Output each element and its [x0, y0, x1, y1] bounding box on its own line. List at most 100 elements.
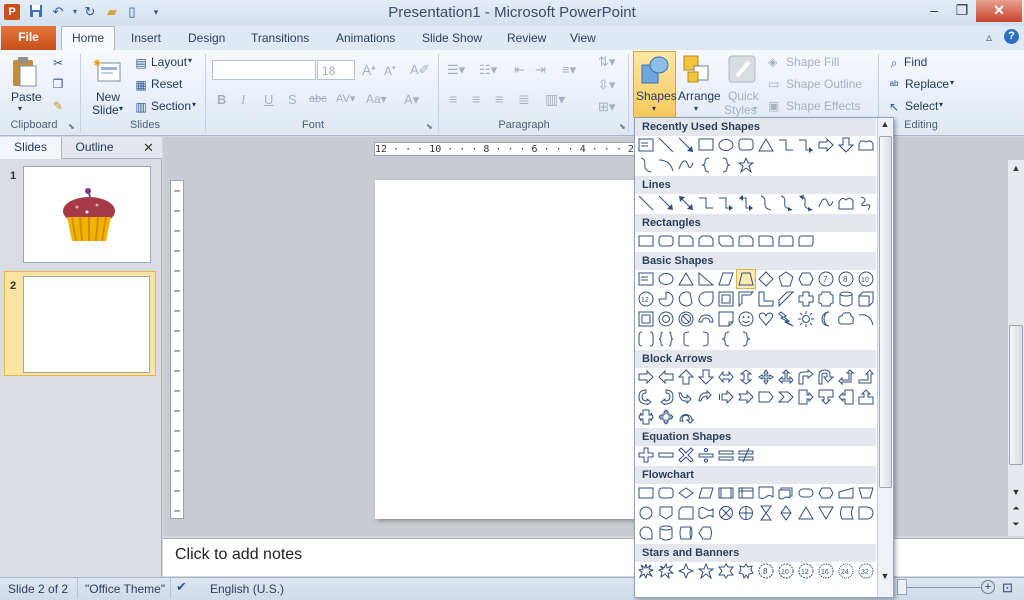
justify-icon[interactable]: ≣	[518, 91, 530, 108]
arrange-icon[interactable]	[682, 54, 714, 86]
down-arrow-shape[interactable]	[697, 368, 715, 386]
shape-fill-icon[interactable]: ◈	[768, 55, 777, 69]
right-brace-shape[interactable]	[737, 330, 755, 348]
close-icon[interactable]: ✕	[976, 0, 1022, 22]
arrange-label[interactable]: Arrange	[678, 89, 721, 103]
shape-outline-button[interactable]: Shape Outline	[786, 77, 862, 91]
left-up-arrow-shape[interactable]	[837, 368, 855, 386]
24-point-star-shape[interactable]: 24	[837, 562, 855, 580]
change-case-icon[interactable]: Aa▾	[366, 92, 387, 106]
shape-fill-button[interactable]: Shape Fill	[786, 55, 839, 69]
quad-arrow-callout-shape[interactable]	[657, 408, 675, 426]
12-point-star-shape[interactable]: 12	[797, 562, 815, 580]
teardrop-shape[interactable]	[697, 290, 715, 308]
tab-outline[interactable]: Outline	[62, 137, 127, 159]
tab-transitions[interactable]: Transitions	[251, 29, 309, 50]
flowchart-sort-shape[interactable]	[777, 504, 795, 522]
flowchart-direct-access-storage-shape[interactable]	[677, 524, 695, 542]
curved-double-arrow-connector-shape[interactable]	[797, 194, 815, 212]
zoom-slider[interactable]	[907, 587, 981, 588]
next-slide-icon[interactable]: ⏷	[1008, 519, 1024, 533]
center-icon[interactable]: ≡	[472, 91, 480, 107]
chord-shape[interactable]	[677, 290, 695, 308]
paste-icon[interactable]	[10, 56, 38, 88]
rectangle-shape[interactable]	[637, 232, 655, 250]
lightning-bolt-shape[interactable]	[777, 310, 795, 328]
right-arrow-shape[interactable]	[637, 368, 655, 386]
star-shape[interactable]	[737, 156, 755, 174]
new-slide-dropdown-icon[interactable]: ▾	[119, 104, 123, 113]
striped-right-arrow-shape[interactable]	[717, 388, 735, 406]
tab-design[interactable]: Design	[188, 29, 225, 50]
elbow-connector-shape[interactable]	[777, 136, 795, 154]
l-shape[interactable]	[757, 290, 775, 308]
folded-corner-shape[interactable]	[717, 310, 735, 328]
reset-button[interactable]: Reset	[151, 77, 182, 91]
flowchart-delay-shape[interactable]	[857, 504, 875, 522]
line-spacing-icon[interactable]: ≡▾	[562, 62, 576, 78]
pie-shape[interactable]	[657, 290, 675, 308]
arrow-line-shape[interactable]	[657, 194, 675, 212]
flowchart-multidocument-shape[interactable]	[777, 484, 795, 502]
shapes-dropdown-icon[interactable]: ▾	[652, 104, 656, 113]
not-equal-shape[interactable]	[737, 446, 755, 464]
isosceles-triangle-shape[interactable]	[677, 270, 695, 288]
right-brace-shape[interactable]	[717, 156, 735, 174]
elbow-double-arrow-connector-shape[interactable]	[737, 194, 755, 212]
trapezoid-shape[interactable]	[736, 269, 756, 289]
flowchart-data-shape[interactable]	[697, 484, 715, 502]
arc-shape[interactable]	[657, 156, 675, 174]
diagonal-stripe-shape[interactable]	[777, 290, 795, 308]
round-diagonal-corner-rectangle-shape[interactable]	[797, 232, 815, 250]
32-point-star-shape[interactable]: 32	[857, 562, 875, 580]
section-button[interactable]: Section	[151, 99, 191, 113]
cube-shape[interactable]	[857, 290, 875, 308]
flowchart-connector-shape[interactable]	[637, 504, 655, 522]
cut-icon[interactable]: ✂	[50, 55, 66, 71]
text-shadow-icon[interactable]: S	[288, 92, 297, 107]
minimize-icon[interactable]: –	[920, 0, 948, 22]
down-arrow-callout-shape[interactable]	[817, 388, 835, 406]
left-brace-shape[interactable]	[697, 156, 715, 174]
double-bracket-shape[interactable]	[637, 330, 655, 348]
quad-arrow-shape[interactable]	[757, 368, 775, 386]
up-down-arrow-shape[interactable]	[737, 368, 755, 386]
flowchart-collate-shape[interactable]	[757, 504, 775, 522]
moon-shape[interactable]	[817, 310, 835, 328]
tab-home[interactable]: Home	[61, 26, 115, 51]
line-shape[interactable]	[657, 136, 675, 154]
bent-up-arrow-shape[interactable]	[857, 368, 875, 386]
font-size-combo[interactable]: 18	[317, 60, 355, 80]
new-slide-label-line1[interactable]: New	[96, 90, 120, 104]
zoom-slider-thumb[interactable]	[897, 579, 907, 595]
tab-slide-show[interactable]: Slide Show	[422, 29, 482, 50]
spelling-check-icon[interactable]: ✔	[176, 579, 187, 595]
reset-icon[interactable]: ▦	[133, 77, 149, 93]
scribble-shape[interactable]	[857, 194, 875, 212]
text-direction-icon[interactable]: ⇅▾	[598, 54, 615, 70]
font-color-icon[interactable]: A▾	[404, 92, 419, 108]
curved-down-arrow-shape[interactable]	[697, 388, 715, 406]
tab-file[interactable]: File	[1, 26, 56, 50]
tab-slides[interactable]: Slides	[0, 137, 62, 159]
italic-icon[interactable]: I	[241, 92, 245, 108]
flowchart-sequential-access-storage-shape[interactable]	[637, 524, 655, 542]
previous-slide-icon[interactable]: ⏶	[1008, 503, 1024, 517]
layout-icon[interactable]: ▤	[133, 55, 149, 71]
snip-single-corner-rectangle-shape[interactable]	[677, 232, 695, 250]
flowchart-decision-shape[interactable]	[677, 484, 695, 502]
flowchart-or-shape[interactable]	[737, 504, 755, 522]
sun-shape[interactable]	[797, 310, 815, 328]
diamond-shape[interactable]	[757, 270, 775, 288]
flowchart-process-shape[interactable]	[857, 136, 875, 154]
help-icon[interactable]: ?	[1004, 29, 1019, 44]
snip-same-side-corner-rectangle-shape[interactable]	[697, 232, 715, 250]
triangle-shape[interactable]	[757, 136, 775, 154]
text-box-shape[interactable]	[637, 270, 655, 288]
shape-outline-icon[interactable]: ▭	[768, 77, 779, 91]
section-dropdown-icon[interactable]: ▾	[192, 100, 196, 109]
pentagon-arrow-shape[interactable]	[757, 388, 775, 406]
elbow-arrow-connector-shape[interactable]	[797, 136, 815, 154]
division-shape[interactable]	[697, 446, 715, 464]
curve-shape[interactable]	[677, 156, 695, 174]
